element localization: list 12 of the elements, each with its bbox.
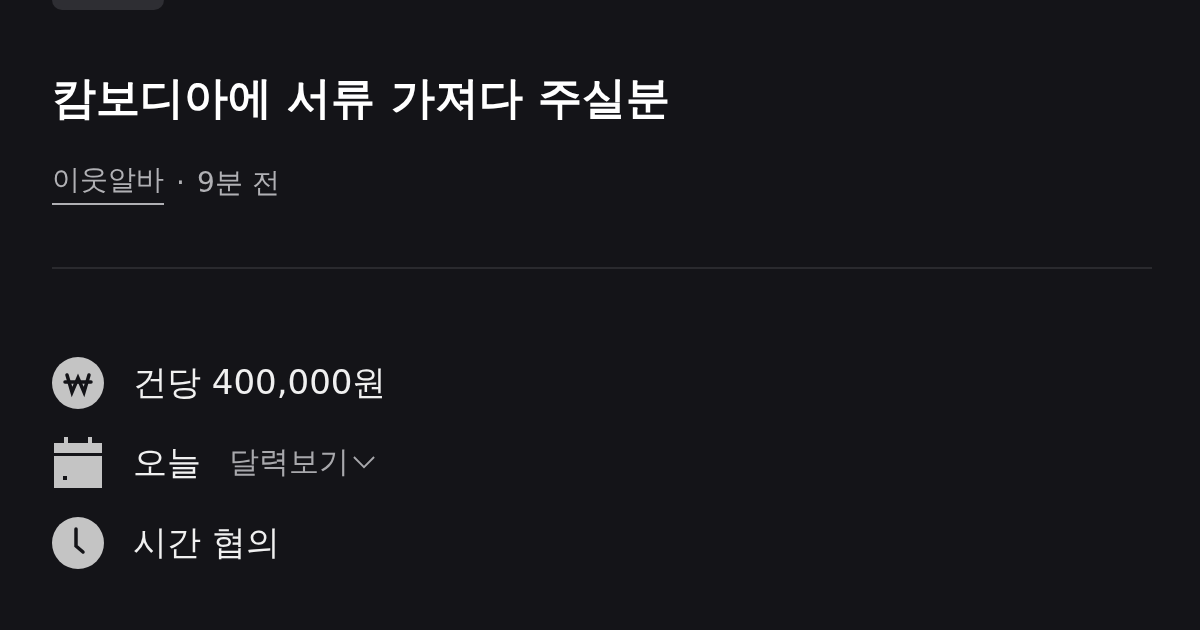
detail-text: 오늘: [133, 440, 201, 484]
calendar-icon: [52, 436, 104, 489]
post-time: 9분 전: [196, 164, 280, 201]
detail-text: 건당 400,000원: [133, 360, 387, 404]
author-link[interactable]: 이웃알바: [52, 160, 164, 205]
detail-text: 시간 협의: [133, 520, 280, 564]
clock-icon: [52, 516, 104, 569]
post-title: 캄보디아에 서류 가져다 주실분: [52, 72, 671, 125]
calendar-toggle[interactable]: 달력보기: [229, 442, 375, 484]
chevron-down-icon: [353, 456, 375, 470]
separator-dot: ·: [176, 166, 185, 200]
won-coin-icon: [52, 356, 104, 409]
